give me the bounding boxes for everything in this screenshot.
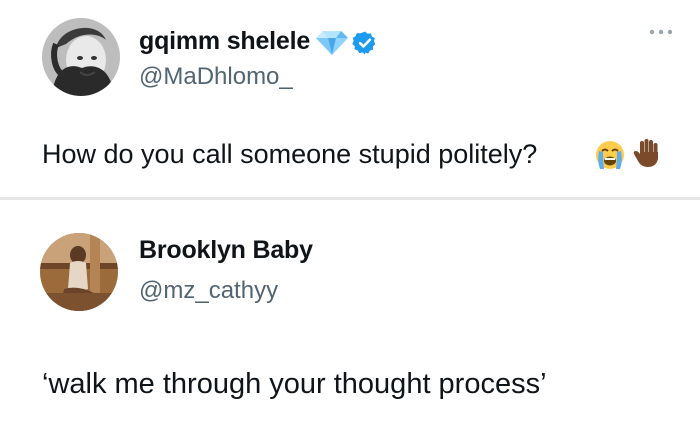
tweet-card[interactable]: Brooklyn Baby @mz_cathyy ‘walk me throug… [0,200,700,440]
handle[interactable]: @mz_cathyy [139,277,278,305]
avatar[interactable] [42,18,120,96]
blue-diamond-icon [316,31,348,55]
handle[interactable]: @MaDhlomo_ [139,63,293,91]
tweet-text: ‘walk me through your thought process’ [42,368,547,400]
crying-face-emoji-icon [596,141,624,169]
avatar-photo [42,18,120,96]
tweet-text: How do you call someone stupid politely? [42,139,538,169]
tweet-card[interactable]: gqimm shelele @MaDhlomo_ How do you call… [0,0,700,197]
verified-badge-icon [352,31,376,55]
avatar[interactable] [40,233,118,311]
display-name[interactable]: gqimm shelele [139,27,310,56]
more-dots-icon[interactable] [648,27,674,37]
display-name[interactable]: Brooklyn Baby [139,236,313,265]
raised-hand-emoji-icon [633,139,658,167]
avatar-photo [40,233,118,311]
